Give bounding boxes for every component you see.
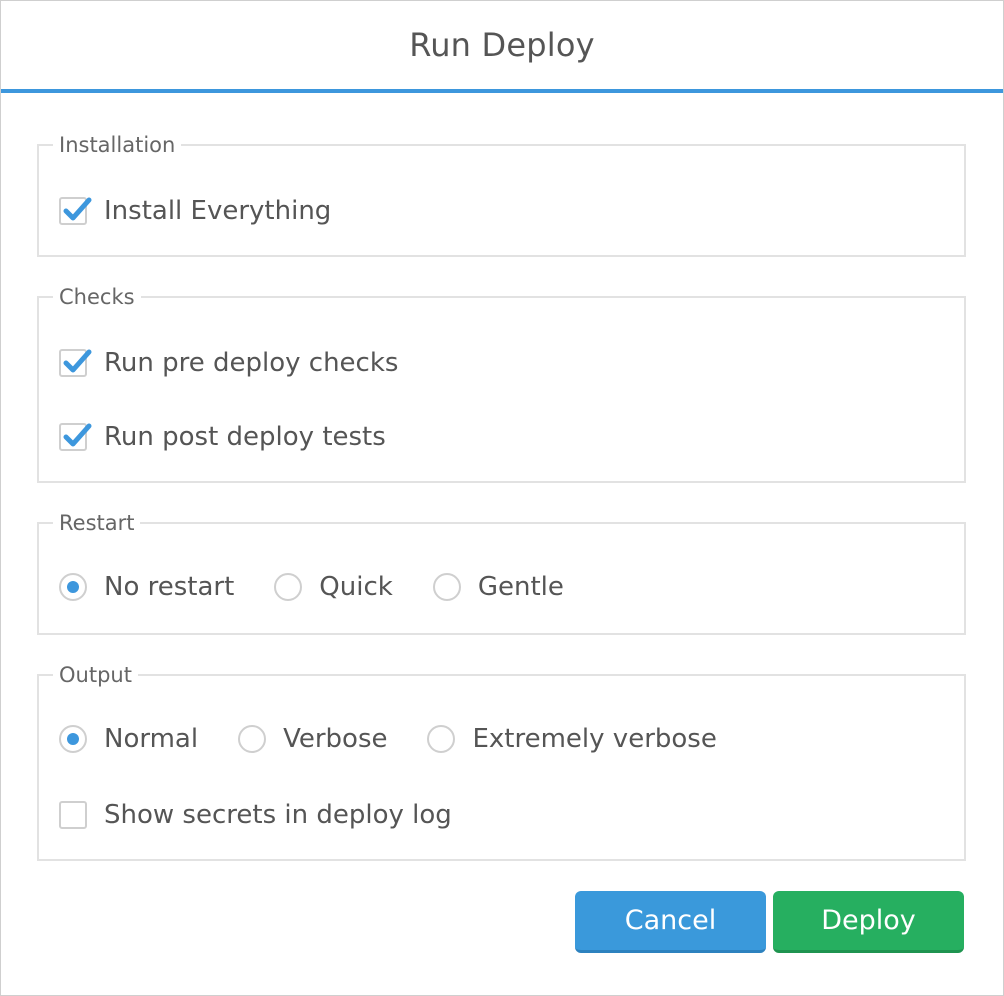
checkbox-checked[interactable] xyxy=(59,349,92,377)
restart-options-row: No restart Quick Gentle xyxy=(59,570,604,604)
checkmark-icon xyxy=(63,349,92,373)
output-option-verbose[interactable]: Verbose xyxy=(238,724,387,754)
show-secrets-row: Show secrets in deploy log xyxy=(59,798,492,832)
checkbox-checked[interactable] xyxy=(59,197,92,225)
output-group: Output Normal Verbose Extremely verbose … xyxy=(37,662,966,861)
restart-option-quick[interactable]: Quick xyxy=(274,572,393,602)
restart-group: Restart No restart Quick Gentle xyxy=(37,510,966,635)
pre-deploy-checks-label: Run pre deploy checks xyxy=(104,348,399,378)
installation-group: Installation Install Everything xyxy=(37,132,966,257)
restart-option-gentle[interactable]: Gentle xyxy=(432,572,564,602)
run-deploy-dialog: Run Deploy Installation Install Everythi… xyxy=(0,0,1004,996)
cancel-button[interactable]: Cancel xyxy=(575,891,766,953)
checkbox-checked[interactable] xyxy=(59,423,92,451)
radio-unselected[interactable] xyxy=(427,725,456,753)
show-secrets-label: Show secrets in deploy log xyxy=(104,800,452,830)
install-everything-row: Install Everything xyxy=(59,194,371,228)
restart-option-label: Quick xyxy=(319,572,393,602)
deploy-button[interactable]: Deploy xyxy=(773,891,964,953)
post-deploy-tests-checkbox[interactable]: Run post deploy tests xyxy=(59,422,386,452)
output-option-label: Normal xyxy=(104,724,199,754)
restart-option-label: No restart xyxy=(104,572,235,602)
output-legend: Output xyxy=(53,662,138,688)
radio-selected[interactable] xyxy=(59,573,87,601)
restart-option-no-restart[interactable]: No restart xyxy=(59,572,234,602)
install-everything-label: Install Everything xyxy=(104,196,332,226)
post-deploy-row: Run post deploy tests xyxy=(59,420,426,454)
output-option-normal[interactable]: Normal xyxy=(59,724,198,754)
output-option-label: Verbose xyxy=(283,724,388,754)
checks-group: Checks Run pre deploy checks Run post de… xyxy=(37,284,966,483)
radio-selected[interactable] xyxy=(59,725,87,753)
restart-legend: Restart xyxy=(53,510,141,536)
checks-legend: Checks xyxy=(53,284,141,310)
post-deploy-tests-label: Run post deploy tests xyxy=(104,422,386,452)
show-secrets-checkbox[interactable]: Show secrets in deploy log xyxy=(59,800,452,830)
checkbox-unchecked[interactable] xyxy=(59,801,87,829)
radio-unselected[interactable] xyxy=(274,573,303,601)
install-everything-checkbox[interactable]: Install Everything xyxy=(59,196,331,226)
installation-legend: Installation xyxy=(53,132,182,158)
radio-unselected[interactable] xyxy=(238,725,267,753)
dialog-header: Run Deploy xyxy=(1,1,1003,93)
pre-deploy-row: Run pre deploy checks xyxy=(59,346,438,380)
checkmark-icon xyxy=(63,423,92,447)
checkmark-icon xyxy=(63,197,92,221)
restart-option-label: Gentle xyxy=(477,572,564,602)
output-option-extremely-verbose[interactable]: Extremely verbose xyxy=(427,724,717,754)
pre-deploy-checks-checkbox[interactable]: Run pre deploy checks xyxy=(59,348,398,378)
dialog-title: Run Deploy xyxy=(409,26,595,64)
output-options-row: Normal Verbose Extremely verbose xyxy=(59,722,757,756)
radio-unselected[interactable] xyxy=(432,573,461,601)
output-option-label: Extremely verbose xyxy=(472,724,717,754)
